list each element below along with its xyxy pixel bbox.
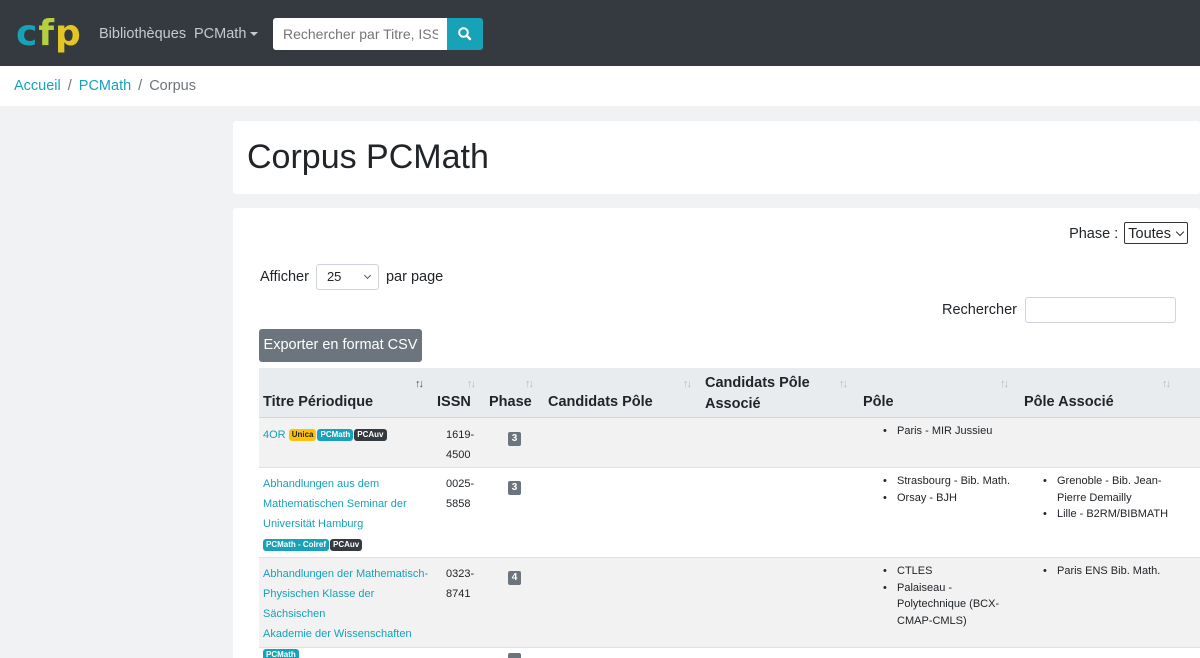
corpus-card: Phase : Toutes Afficher 25 par page Rech… <box>233 208 1200 658</box>
breadcrumb-home[interactable]: Accueil <box>14 78 61 94</box>
sort-icon: ↑↓ <box>415 378 424 390</box>
badge-unica: Unica <box>288 429 317 441</box>
table-row: Abhandlungen der Mathematisch- Physischen… <box>259 558 1200 658</box>
phase-badge: 3 <box>508 432 521 446</box>
phase-filter: Phase : Toutes <box>1069 222 1188 245</box>
title-card: Corpus PCMath <box>233 121 1200 194</box>
search-input[interactable] <box>273 18 448 50</box>
caret-down-icon <box>250 32 259 37</box>
cell-issn: 1619- 4500 <box>446 429 475 461</box>
nav-link-bibliotheques[interactable]: Bibliothèques <box>99 25 186 43</box>
breadcrumb-pcmath[interactable]: PCMath <box>79 78 131 94</box>
sort-icon: ↑↓ <box>525 378 534 390</box>
badge-pcauv: PCAuv <box>330 539 363 551</box>
search-icon <box>458 27 472 41</box>
per-page-control: Afficher 25 par page <box>260 264 443 291</box>
periodical-link[interactable]: 4OR <box>263 429 286 441</box>
cell-pole: Paris - MIR Jussieu <box>883 423 1018 440</box>
chevron-down-icon <box>1175 227 1185 237</box>
table-search-input[interactable] <box>1025 297 1176 324</box>
table-row <box>259 648 1200 658</box>
cell-pole-associe: Grenoble - Bib. Jean-Pierre DemaillyLill… <box>1043 473 1183 523</box>
nav-dropdown-pcmath[interactable]: PCMath <box>194 25 259 43</box>
search-button[interactable] <box>447 18 483 50</box>
cfp-logo[interactable]: cfp <box>16 14 82 54</box>
chevron-down-icon <box>363 272 371 280</box>
column-header-candidats-pole[interactable]: ↑↓ Candidats Pôle <box>544 368 699 418</box>
page-title: Corpus PCMath <box>247 138 489 176</box>
cell-title: Abhandlungen aus dem Mathematischen Semin… <box>263 474 428 555</box>
badge-pcauv: PCAuv <box>354 429 387 441</box>
cell-pole-associe: Paris ENS Bib. Math. <box>1043 563 1183 580</box>
sort-icon: ↑↓ <box>839 378 848 390</box>
breadcrumb-current: Corpus <box>149 78 196 94</box>
cell-pole: CTLESPalaiseau - Polytechnique (BCX-CMAP… <box>883 563 1003 629</box>
cell-title: 4OR Unica PCMath PCAuv <box>263 425 428 445</box>
cell-issn: 0323- 8741 <box>446 568 475 600</box>
column-header-issn[interactable]: ↑↓ ISSN <box>433 368 483 418</box>
sort-icon: ↑↓ <box>467 378 476 390</box>
phase-badge: 4 <box>508 571 521 585</box>
per-page-select[interactable]: 25 <box>315 264 379 291</box>
periodical-link[interactable]: Abhandlungen der Mathematisch- Physischen… <box>263 564 433 644</box>
table-row: Abhandlungen aus dem Mathematischen Semin… <box>259 468 1200 558</box>
badge-pcmath: PCMath <box>317 429 354 441</box>
column-header-candidats-pole-associe[interactable]: ↑↓ Candidats Pôle Associé <box>701 368 856 418</box>
cell-phase <box>508 653 521 658</box>
table-header: ↑↓ Titre Périodique ↑↓ ISSN ↑↓ Phase ↑↓ … <box>259 368 1200 418</box>
cell-phase: 3 <box>508 477 521 497</box>
column-header-titre[interactable]: ↑↓ Titre Périodique <box>259 368 429 418</box>
breadcrumb: Accueil / PCMath / Corpus <box>0 66 1200 106</box>
export-csv-button[interactable]: Exporter en format CSV <box>259 329 422 362</box>
cell-phase: 3 <box>508 428 521 448</box>
corpus-table: ↑↓ Titre Périodique ↑↓ ISSN ↑↓ Phase ↑↓ … <box>259 368 1200 658</box>
cell-title: Abhandlungen der Mathematisch- Physischen… <box>263 564 433 658</box>
table-search: Rechercher <box>942 297 1176 324</box>
sort-icon: ↑↓ <box>683 378 692 390</box>
column-header-pole-associe[interactable]: ↑↓ Pôle Associé <box>1020 368 1180 418</box>
cell-pole: Strasbourg - Bib. Math.Orsay - BJH <box>883 473 1023 506</box>
periodical-link[interactable]: Abhandlungen aus dem Mathematischen Semin… <box>263 474 428 534</box>
column-header-phase[interactable]: ↑↓ Phase <box>485 368 540 418</box>
phase-badge <box>508 653 521 658</box>
badge-pcmath-colref: PCMath - Colref <box>263 539 329 551</box>
sort-icon: ↑↓ <box>1000 378 1009 390</box>
navbar: cfp Bibliothèques PCMath <box>0 0 1200 66</box>
sort-icon: ↑↓ <box>1162 378 1171 390</box>
cell-issn: 0025- 5858 <box>446 478 475 510</box>
phase-select[interactable]: Toutes <box>1124 222 1188 244</box>
table-row: 4OR UnicaPCMathPCAuv 1619-4500 3 Paris -… <box>259 418 1200 468</box>
phase-badge: 3 <box>508 481 521 495</box>
column-header-pole[interactable]: ↑↓ Pôle <box>859 368 1017 418</box>
cell-phase: 4 <box>508 567 521 587</box>
